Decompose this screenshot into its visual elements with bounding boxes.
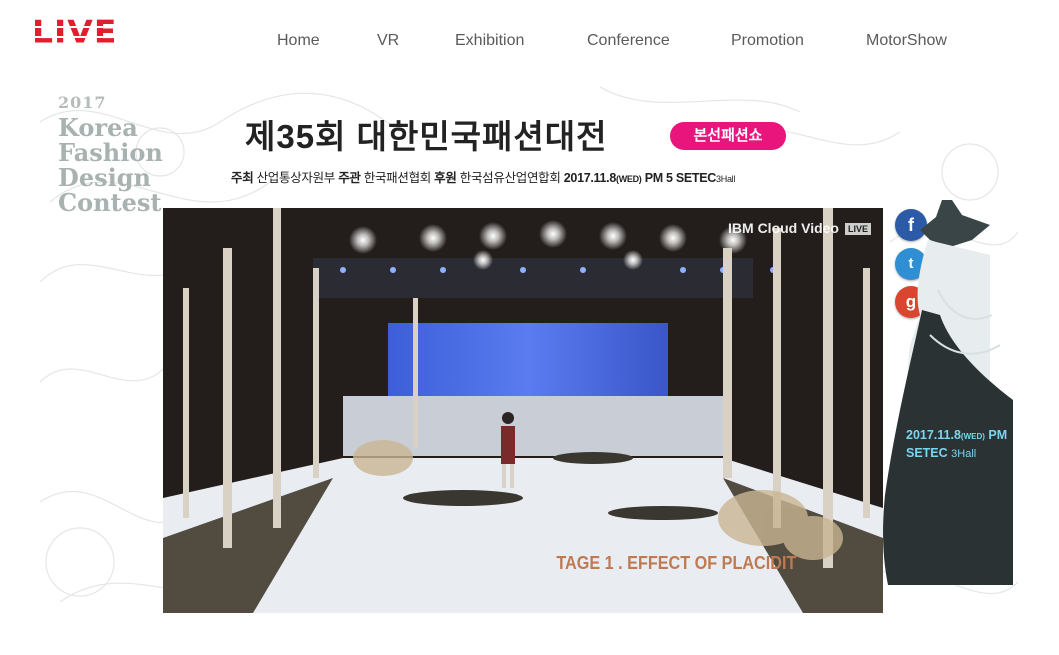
poster-time: PM — [988, 428, 1008, 442]
event-info-line: 주최 산업통상자원부 주관 한국패션협회 후원 한국섬유산업연합회 2017.1… — [231, 167, 735, 186]
organizer-label: 주관 — [338, 171, 361, 185]
contest-line-korea: Korea — [58, 113, 138, 142]
poster-date: 2017.11.8 — [906, 428, 961, 442]
nav-home[interactable]: Home — [277, 32, 320, 50]
live-video-player[interactable]: TAGE 1 . EFFECT OF PLACIDIT IBM Cloud Vi… — [163, 208, 883, 613]
contest-wordmark: 2017 Korea Fashion Design Contest — [58, 90, 163, 215]
stage-screen-text: TAGE 1 . EFFECT OF PLACIDIT — [556, 553, 797, 573]
event-weekday: (WED) — [616, 174, 642, 184]
contest-line-contest: Contest — [58, 188, 162, 217]
event-venue: SETEC — [675, 171, 717, 185]
live-badge: LIVE — [844, 223, 871, 236]
contest-year: 2017 — [58, 93, 107, 112]
event-title: 제35회 대한민국패션대전 — [245, 118, 608, 155]
nav-vr[interactable]: VR — [377, 32, 399, 50]
dress-illustration — [883, 200, 1013, 585]
nav-motorshow[interactable]: MotorShow — [866, 32, 947, 50]
organizer-value: 한국패션협회 — [363, 171, 432, 185]
contest-line-fashion: Fashion — [58, 138, 163, 167]
event-time: PM 5 — [644, 171, 673, 185]
poster-venue: SETEC — [906, 446, 948, 460]
logo-text: LIVE — [32, 13, 118, 51]
event-hall: 3Hall — [716, 174, 736, 184]
logo-stripe — [32, 26, 144, 28]
host-value: 산업통상자원부 — [256, 171, 336, 185]
event-date: 2017.11.8 — [563, 171, 617, 185]
poster-weekday: (WED) — [960, 432, 985, 441]
poster-date-block: 2017.11.8(WED) PM SETEC 3Hall — [906, 427, 1007, 463]
provider-name: IBM Cloud Video — [728, 220, 839, 236]
sponsor-label: 후원 — [434, 171, 457, 185]
sponsor-value: 한국섬유산업연합회 — [459, 171, 561, 185]
contest-line-design: Design — [58, 163, 151, 192]
nav-promotion[interactable]: Promotion — [731, 32, 804, 50]
nav-exhibition[interactable]: Exhibition — [455, 32, 524, 50]
nav-conference[interactable]: Conference — [587, 32, 670, 50]
poster-date-line: 2017.11.8(WED) PM — [906, 427, 1007, 445]
poster-hall: 3Hall — [951, 448, 977, 460]
video-provider-label: IBM Cloud Video LIVE — [728, 220, 871, 236]
poster-venue-line: SETEC 3Hall — [906, 445, 1007, 463]
live-logo[interactable]: LIVE — [32, 14, 144, 50]
finals-badge: 본선패션쇼 — [670, 122, 786, 150]
logo-stripe — [32, 36, 144, 38]
host-label: 주최 — [231, 171, 254, 185]
